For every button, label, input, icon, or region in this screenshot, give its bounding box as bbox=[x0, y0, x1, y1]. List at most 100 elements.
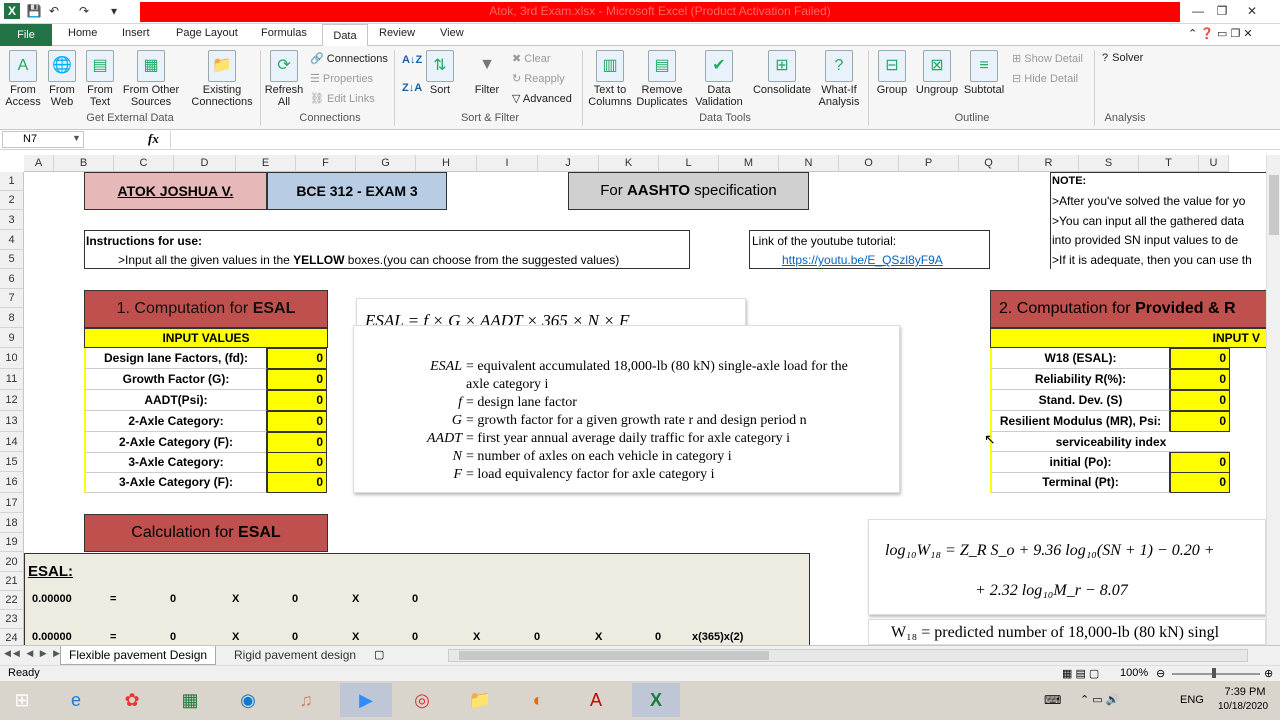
calc-cell[interactable]: X bbox=[473, 631, 480, 643]
row-header[interactable]: 9 bbox=[0, 328, 24, 348]
row-header[interactable]: 14 bbox=[0, 432, 24, 452]
column-header[interactable]: H bbox=[416, 155, 477, 172]
row-header[interactable]: 4 bbox=[0, 230, 24, 250]
tab-data[interactable]: Data bbox=[322, 24, 368, 47]
calc-cell[interactable]: 0 bbox=[412, 631, 418, 643]
sort-button[interactable]: ⇅ Sort bbox=[424, 50, 456, 96]
ungroup-button[interactable]: ⊠ Ungroup bbox=[914, 50, 960, 96]
undo-icon[interactable]: ↶ bbox=[46, 3, 62, 19]
what-if-analysis-button[interactable]: ? What-If Analysis bbox=[812, 50, 866, 108]
sheet-tab-rigid[interactable]: Rigid pavement design bbox=[226, 646, 364, 665]
chrome-icon[interactable]: ◎ bbox=[402, 683, 442, 717]
close-icon[interactable]: ✕ bbox=[1240, 2, 1264, 20]
pdf-reader-icon[interactable]: A bbox=[576, 683, 616, 717]
tab-review[interactable]: Review bbox=[373, 27, 421, 39]
firefox-icon[interactable]: ◐ bbox=[518, 683, 558, 717]
column-header[interactable]: G bbox=[356, 155, 416, 172]
chevron-down-icon[interactable]: ▼ bbox=[72, 133, 81, 143]
reapply-button[interactable]: ↻ Reapply bbox=[512, 72, 565, 85]
row-header[interactable]: 3 bbox=[0, 210, 24, 230]
column-header[interactable]: L bbox=[659, 155, 719, 172]
existing-connections-button[interactable]: 📁 Existing Connections bbox=[188, 50, 256, 108]
column-header[interactable]: I bbox=[477, 155, 538, 172]
advanced-button[interactable]: ▽ Advanced bbox=[512, 92, 572, 105]
consolidate-button[interactable]: ⊞ Consolidate bbox=[750, 50, 814, 96]
from-access-button[interactable]: A From Access bbox=[4, 50, 42, 108]
sort-az-icon[interactable]: A↓Z bbox=[402, 54, 422, 66]
from-text-button[interactable]: ▤ From Text bbox=[82, 50, 118, 108]
serviceability-input-value[interactable]: 0 bbox=[1170, 472, 1230, 493]
column-header[interactable]: T bbox=[1139, 155, 1199, 172]
row-header[interactable]: 23 bbox=[0, 610, 24, 629]
author-cell[interactable]: ATOK JOSHUA V. bbox=[84, 172, 267, 210]
save-icon[interactable]: 💾 bbox=[26, 3, 42, 19]
sn-input-value[interactable]: 0 bbox=[1170, 369, 1230, 390]
row-header[interactable]: 21 bbox=[0, 572, 24, 591]
zoom-in-icon[interactable]: ⊕ bbox=[1264, 667, 1273, 680]
windows-start-icon[interactable]: ⊞ bbox=[2, 683, 42, 717]
data-validation-button[interactable]: ✔ Data Validation bbox=[690, 50, 748, 108]
calc-cell[interactable]: X bbox=[352, 593, 359, 605]
tab-page-layout[interactable]: Page Layout bbox=[170, 27, 244, 39]
help-icon[interactable]: ⌃ ❓ ▭ ❐ ✕ bbox=[1182, 27, 1259, 40]
tab-insert[interactable]: Insert bbox=[116, 27, 156, 39]
clock-date[interactable]: 10/18/2020 bbox=[1212, 701, 1274, 712]
tab-home[interactable]: Home bbox=[62, 27, 103, 39]
row-header[interactable]: 19 bbox=[0, 533, 24, 552]
row-header[interactable]: 8 bbox=[0, 308, 24, 328]
properties-button[interactable]: ☰ Properties bbox=[310, 72, 373, 85]
row-header[interactable]: 24 bbox=[0, 629, 24, 645]
excel-taskbar-icon[interactable]: X bbox=[632, 683, 680, 717]
esal-input-value[interactable]: 0 bbox=[267, 452, 327, 473]
column-header[interactable]: D bbox=[174, 155, 236, 172]
column-header[interactable]: F bbox=[296, 155, 356, 172]
calc-cell[interactable]: 0 bbox=[655, 631, 661, 643]
sort-za-icon[interactable]: Z↓A bbox=[402, 82, 422, 94]
keyboard-icon[interactable]: ⌨ bbox=[1044, 693, 1061, 707]
subtotal-button[interactable]: ≡ Subtotal bbox=[962, 50, 1006, 96]
tutorial-link[interactable]: https://youtu.be/E_QSzl8yF9A bbox=[782, 253, 943, 267]
serviceability-input-value[interactable]: 0 bbox=[1170, 452, 1230, 473]
edge-icon[interactable]: ◉ bbox=[228, 683, 268, 717]
view-buttons[interactable]: ▦ ▤ ▢ bbox=[1062, 667, 1099, 680]
column-header[interactable]: S bbox=[1079, 155, 1139, 172]
row-header[interactable]: 7 bbox=[0, 289, 24, 308]
horizontal-scrollbar[interactable] bbox=[448, 649, 1248, 662]
minimize-icon[interactable]: — bbox=[1186, 2, 1210, 20]
ie-icon[interactable]: e bbox=[56, 683, 96, 717]
customize-toolbar-icon[interactable]: ▾ bbox=[106, 3, 122, 19]
column-header[interactable]: E bbox=[236, 155, 296, 172]
column-header[interactable]: Q bbox=[959, 155, 1019, 172]
file-explorer-icon[interactable]: 📁 bbox=[460, 683, 500, 717]
zoom-slider[interactable] bbox=[1172, 673, 1260, 675]
calc-cell[interactable]: X bbox=[595, 631, 602, 643]
refresh-all-button[interactable]: ⟳ Refresh All bbox=[264, 50, 304, 108]
formula-input[interactable] bbox=[170, 131, 1266, 148]
calc-cell[interactable]: X bbox=[232, 631, 239, 643]
esal-input-value[interactable]: 0 bbox=[267, 390, 327, 411]
column-header[interactable]: P bbox=[899, 155, 959, 172]
redo-icon[interactable]: ↷ bbox=[76, 3, 92, 19]
column-header[interactable]: J bbox=[538, 155, 599, 172]
row-header[interactable]: 1 bbox=[0, 172, 24, 191]
zoom-app-icon[interactable]: ▶ bbox=[340, 683, 392, 717]
insert-function-icon[interactable]: fx bbox=[148, 131, 159, 147]
course-cell[interactable]: BCE 312 - EXAM 3 bbox=[267, 172, 447, 210]
connections-button[interactable]: 🔗 Connections bbox=[310, 52, 388, 65]
esal-input-value[interactable]: 0 bbox=[267, 472, 327, 493]
zoom-level[interactable]: 100% bbox=[1120, 667, 1148, 679]
calc-cell[interactable]: = bbox=[110, 631, 116, 643]
row-header[interactable]: 13 bbox=[0, 411, 24, 432]
column-header[interactable]: A bbox=[24, 155, 54, 172]
group-button[interactable]: ⊟ Group bbox=[872, 50, 912, 96]
row-header[interactable]: 16 bbox=[0, 472, 24, 493]
calc-cell[interactable]: x(365)x(2) bbox=[692, 631, 743, 643]
solver-button[interactable]: ? Solver bbox=[1102, 52, 1143, 64]
sn-input-value[interactable]: 0 bbox=[1170, 390, 1230, 411]
calc-cell[interactable]: = bbox=[110, 593, 116, 605]
row-header[interactable]: 18 bbox=[0, 513, 24, 533]
from-other-sources-button[interactable]: ▦ From Other Sources bbox=[120, 50, 182, 108]
calc-cell[interactable]: 0.00000 bbox=[32, 593, 72, 605]
row-header[interactable]: 17 bbox=[0, 493, 24, 513]
scroll-thumb[interactable] bbox=[459, 651, 769, 660]
